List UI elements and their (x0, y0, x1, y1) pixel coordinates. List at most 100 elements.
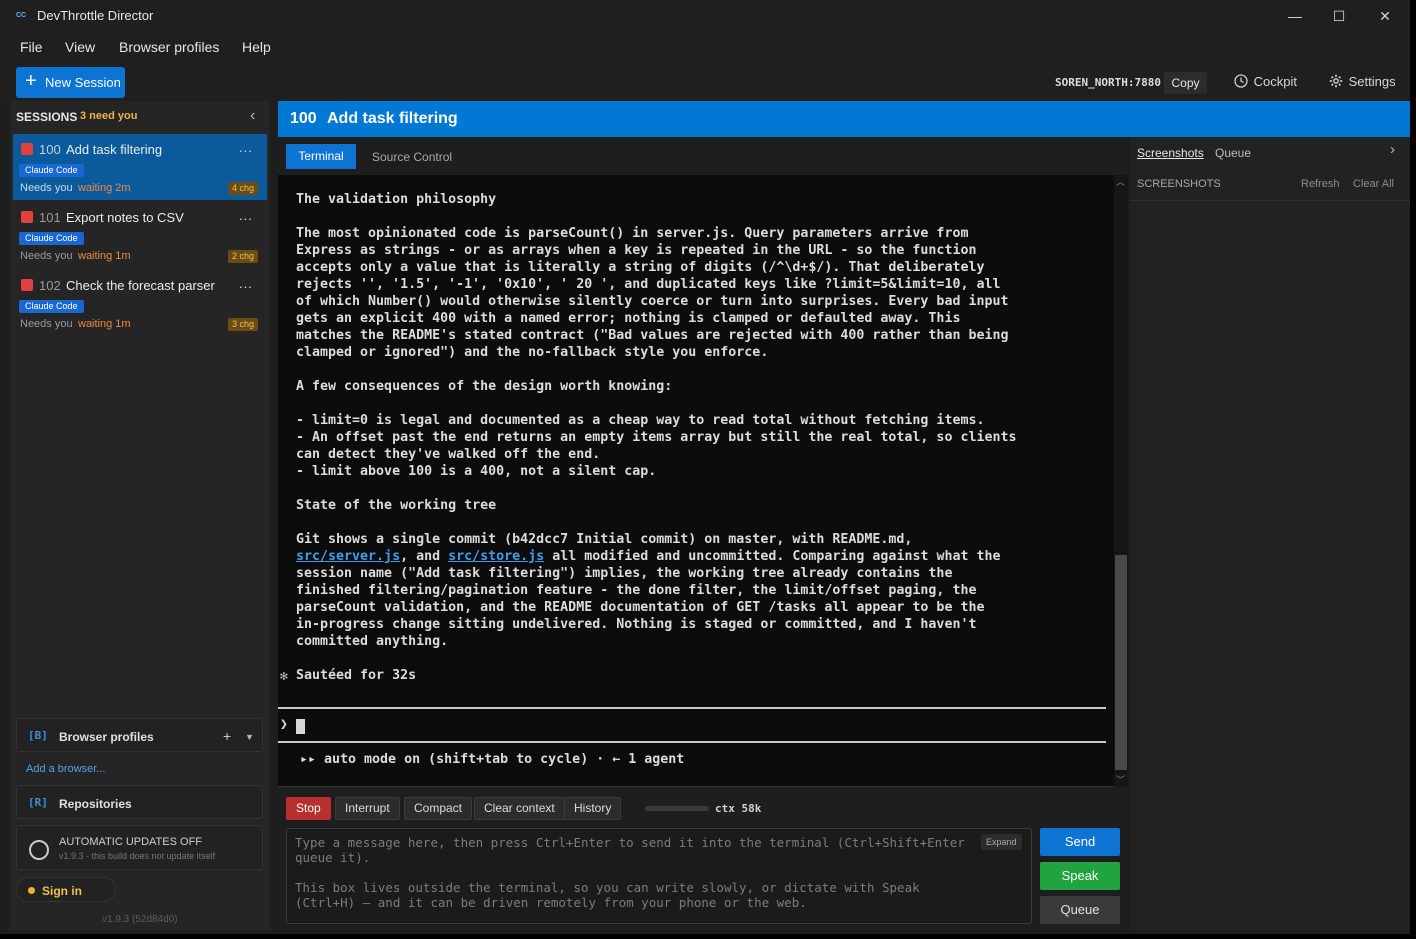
menu-file[interactable]: File (20, 39, 43, 55)
interrupt-button[interactable]: Interrupt (335, 797, 400, 820)
agent-badge: Claude Code (19, 300, 84, 313)
message-input[interactable]: Type a message here, then press Ctrl+Ent… (286, 828, 1032, 924)
session-menu-button[interactable]: ... (239, 276, 253, 291)
history-button[interactable]: History (564, 797, 622, 820)
changes-badge: 2 chg (228, 250, 259, 263)
browser-profiles-tag-icon: [B] (28, 729, 48, 742)
refresh-button[interactable]: Refresh (1301, 178, 1340, 190)
session-item-100[interactable]: 100 Add task filtering ... Claude Code N… (13, 134, 267, 200)
settings-button[interactable]: Settings (1329, 74, 1396, 89)
clear-context-button[interactable]: Clear context (474, 797, 565, 820)
session-title: Export notes to CSV (66, 210, 184, 225)
agent-badge: Claude Code (19, 232, 84, 245)
menu-help[interactable]: Help (242, 39, 271, 55)
scroll-down-icon[interactable]: ﹀ (1116, 773, 1125, 786)
divider (1130, 200, 1410, 201)
terminal-scrollbar[interactable]: ︿ ﹀ (1114, 175, 1128, 787)
add-browser-link[interactable]: Add a browser... (26, 763, 106, 775)
send-button[interactable]: Send (1040, 828, 1120, 856)
terminal-line: clamped or ignored") and the no-fallback… (296, 345, 769, 360)
scrollbar-thumb[interactable] (1115, 555, 1127, 770)
sidebar: SESSIONS 3 need you ‹ 100 Add task filte… (10, 101, 270, 930)
terminal-line: A few consequences of the design worth k… (296, 379, 673, 394)
updates-status-icon (29, 840, 49, 860)
waiting-time: waiting 1m (78, 250, 131, 262)
terminal-line: parseCount validation, and the README do… (296, 600, 985, 615)
maximize-button[interactable]: ☐ (1316, 0, 1362, 32)
status-dot-icon (28, 887, 35, 894)
new-session-button[interactable]: + New Session (16, 67, 125, 98)
title-bar: CC DevThrottle Director — ☐ ✕ (0, 0, 1410, 32)
waiting-time: waiting 1m (78, 318, 131, 330)
terminal-line: - limit=0 is legal and documented as a c… (296, 413, 985, 428)
menu-browser-profiles[interactable]: Browser profiles (119, 39, 219, 55)
session-title: Add task filtering (66, 142, 163, 157)
status-square-icon (21, 143, 33, 155)
changes-badge: 3 chg (228, 318, 259, 331)
needs-you-label: Needs you (20, 250, 73, 262)
header-session-title: Add task filtering (327, 110, 458, 127)
updates-title: AUTOMATIC UPDATES OFF (59, 836, 203, 848)
compact-button[interactable]: Compact (404, 797, 473, 820)
terminal-line: can detect they've walked off the end. (296, 447, 601, 462)
repositories-panel[interactable]: [R] Repositories (16, 785, 263, 819)
header-session-number: 100 (290, 110, 317, 127)
terminal-line: finished filtering/pagination feature - … (296, 583, 977, 598)
expand-button[interactable]: Expand (981, 834, 1022, 850)
tab-source-control[interactable]: Source Control (372, 150, 452, 164)
context-usage-label: ctx 58k (715, 802, 762, 815)
agent-badge: Claude Code (19, 164, 84, 177)
chevron-down-icon[interactable]: ▼ (245, 732, 254, 742)
collapse-right-icon[interactable]: › (1390, 141, 1395, 158)
terminal-cursor (296, 719, 305, 734)
menu-view[interactable]: View (65, 39, 95, 55)
file-link-store[interactable]: src/store.js (448, 549, 544, 564)
tab-terminal[interactable]: Terminal (286, 144, 356, 169)
toolbar: + New Session SOREN_NORTH:7880 Copy Cock… (0, 62, 1410, 101)
terminal-line: - An offset past the end returns an empt… (296, 430, 1017, 445)
status-square-icon (21, 211, 33, 223)
terminal-output: The validation philosophy The most opini… (296, 191, 1116, 684)
scroll-up-icon[interactable]: ︿ (1116, 175, 1125, 188)
clear-all-button[interactable]: Clear All (1353, 178, 1394, 190)
terminal-line: Express as strings - or as arrays when a… (296, 243, 977, 258)
plus-icon: + (25, 70, 37, 92)
tab-queue[interactable]: Queue (1215, 146, 1251, 160)
collapse-sidebar-icon[interactable]: ‹ (250, 107, 255, 125)
terminal-status-line: Sautéed for 32s (296, 668, 417, 683)
stop-button[interactable]: Stop (286, 797, 331, 820)
minimize-button[interactable]: — (1272, 0, 1318, 32)
context-usage-bar (645, 806, 709, 811)
settings-label: Settings (1348, 74, 1396, 89)
session-number: 101 (39, 210, 61, 225)
session-header: 100 Add task filtering (278, 101, 1410, 137)
terminal-line: State of the working tree (296, 498, 497, 513)
close-button[interactable]: ✕ (1362, 0, 1408, 32)
file-link-server[interactable]: src/server.js (296, 549, 400, 564)
app-window: CC DevThrottle Director — ☐ ✕ File View … (0, 0, 1410, 934)
terminal-line: accepts only a value that is literally a… (296, 260, 985, 275)
window-title: DevThrottle Director (37, 8, 154, 23)
session-menu-button[interactable]: ... (239, 208, 253, 223)
add-profile-icon[interactable]: + (223, 728, 231, 744)
session-item-102[interactable]: 102 Check the forecast parser ... Claude… (13, 270, 267, 336)
terminal[interactable]: The validation philosophy The most opini… (278, 175, 1128, 787)
terminal-line: in-progress change sitting undelivered. … (296, 617, 977, 632)
terminal-line: matches the README's stated contract ("B… (296, 328, 1009, 343)
browser-profiles-panel[interactable]: [B] Browser profiles + ▼ (16, 718, 263, 752)
prompt-divider-top (278, 707, 1106, 709)
tab-screenshots[interactable]: Screenshots (1137, 146, 1204, 160)
session-menu-button[interactable]: ... (239, 140, 253, 155)
copy-button[interactable]: Copy (1164, 72, 1207, 94)
queue-button[interactable]: Queue (1040, 896, 1120, 924)
needs-you-label: Needs you (20, 318, 73, 330)
sign-in-button[interactable]: Sign in (16, 877, 116, 902)
need-you-count: 3 need you (80, 110, 138, 122)
speak-button[interactable]: Speak (1040, 862, 1120, 890)
session-item-101[interactable]: 101 Export notes to CSV ... Claude Code … (13, 202, 267, 268)
new-session-label: New Session (45, 75, 121, 90)
sessions-heading: SESSIONS (16, 110, 78, 124)
terminal-line: rejects '', '1.5', '-1', '0x10', ' 20 ',… (296, 277, 1001, 292)
needs-you-label: Needs you (20, 182, 73, 194)
cockpit-button[interactable]: Cockpit (1234, 74, 1297, 89)
